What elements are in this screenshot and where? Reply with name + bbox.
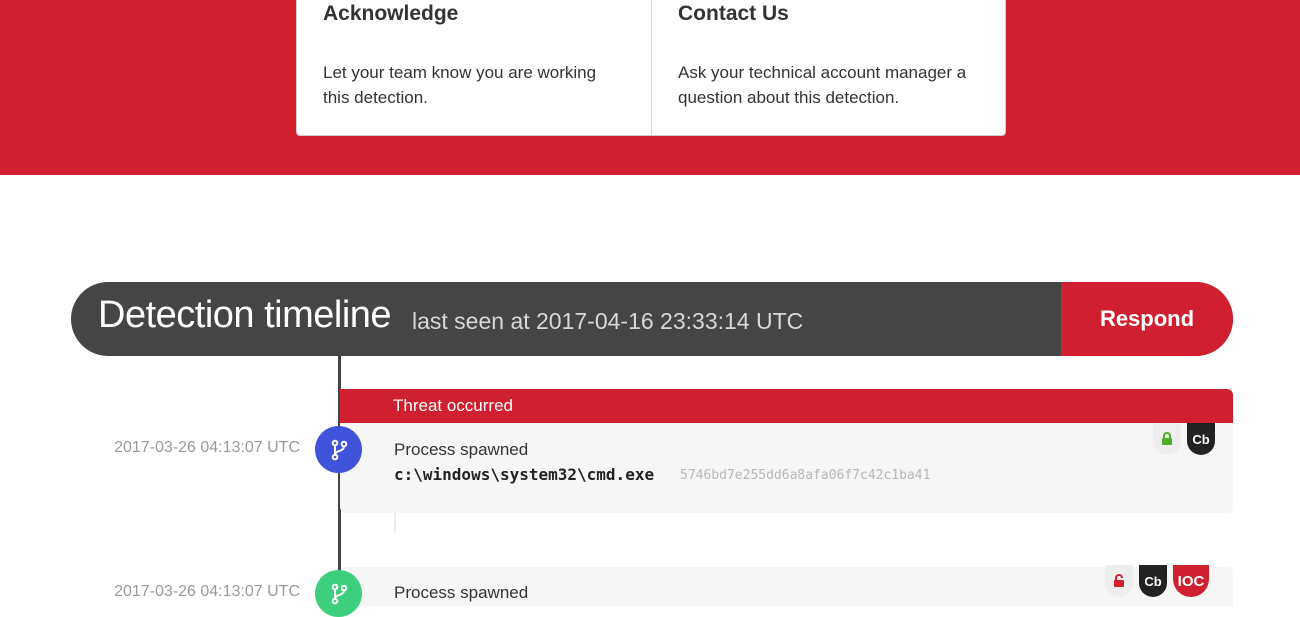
acknowledge-card[interactable]: Acknowledge Let your team know you are w… bbox=[297, 0, 651, 135]
last-seen-text: last seen at 2017-04-16 23:33:14 UTC bbox=[412, 308, 804, 334]
contact-card[interactable]: Contact Us Ask your technical account ma… bbox=[651, 0, 1005, 135]
cb-badge[interactable]: Cb bbox=[1187, 423, 1215, 455]
git-branch-icon bbox=[315, 426, 362, 473]
event-card[interactable]: Process spawned c:\windows\system32\cmd.… bbox=[340, 423, 1233, 513]
unlock-icon[interactable] bbox=[1105, 565, 1133, 597]
event-badges: Cb IOC bbox=[1105, 565, 1209, 597]
cb-badge[interactable]: Cb bbox=[1139, 565, 1167, 597]
acknowledge-description: Let your team know you are working this … bbox=[323, 63, 597, 107]
event-type: Process spawned bbox=[394, 440, 529, 459]
lock-icon[interactable] bbox=[1153, 423, 1181, 455]
event-badges: Cb bbox=[1153, 423, 1215, 455]
acknowledge-title[interactable]: Acknowledge bbox=[323, 1, 625, 27]
threat-occurred-bar: Threat occurred bbox=[340, 389, 1233, 423]
event-divider bbox=[394, 513, 396, 533]
event-card[interactable]: Process spawned bbox=[340, 567, 1233, 606]
action-cards: Acknowledge Let your team know you are w… bbox=[296, 0, 1006, 136]
event-type: Process spawned bbox=[394, 583, 529, 602]
contact-title[interactable]: Contact Us bbox=[678, 1, 979, 27]
ioc-badge[interactable]: IOC bbox=[1173, 565, 1209, 597]
process-hash[interactable]: 5746bd7e255dd6a8afa06f7c42c1ba41 bbox=[680, 468, 930, 483]
respond-button[interactable]: Respond bbox=[1061, 282, 1233, 356]
contact-description: Ask your technical account manager a que… bbox=[678, 63, 967, 107]
git-branch-icon bbox=[315, 570, 362, 617]
process-path: c:\windows\system32\cmd.exe bbox=[394, 465, 655, 484]
timeline-title: Detection timeline bbox=[98, 294, 392, 336]
event-timestamp: 2017-03-26 04:13:07 UTC bbox=[114, 583, 300, 600]
timeline-header: Detection timeline last seen at 2017-04-… bbox=[71, 282, 1233, 356]
event-timestamp: 2017-03-26 04:13:07 UTC bbox=[114, 439, 300, 456]
